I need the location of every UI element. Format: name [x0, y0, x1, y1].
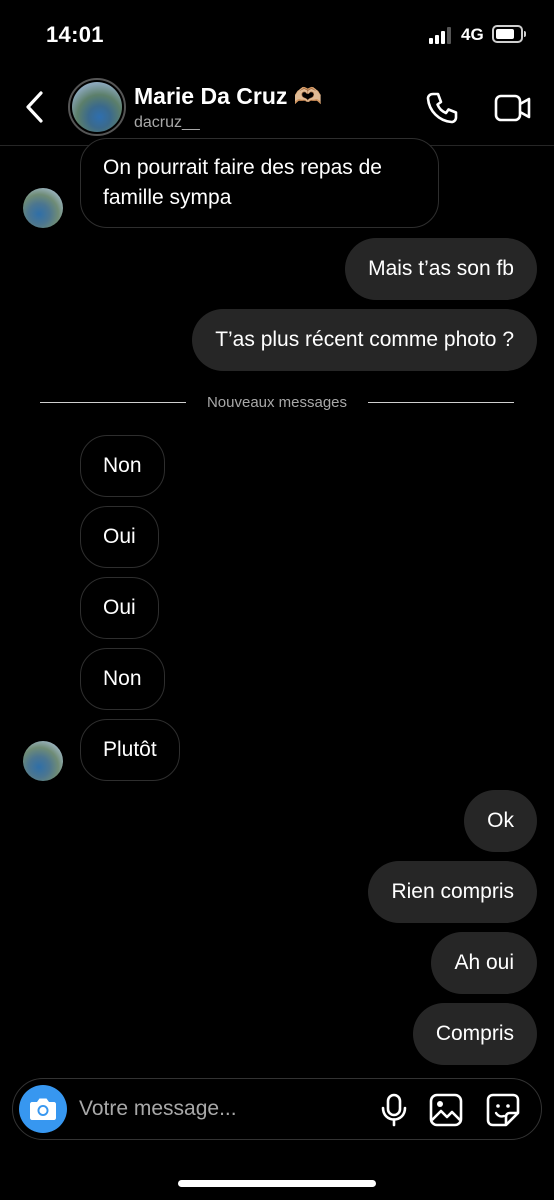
contact-name[interactable]: Marie Da Cruz 🫶🏼 [134, 83, 322, 110]
sticker-icon [486, 1093, 520, 1127]
message-bubble-incoming[interactable]: On pourrait faire des repas de famille s… [80, 138, 439, 228]
message-bubble-incoming[interactable]: Oui [80, 506, 159, 568]
sender-avatar[interactable] [23, 188, 63, 228]
message-bubble-outgoing[interactable]: Compris [412, 1003, 537, 1065]
message-bubble-outgoing[interactable]: Ok [464, 790, 537, 852]
home-indicator[interactable] [178, 1180, 376, 1187]
gallery-button[interactable] [429, 1093, 463, 1127]
camera-button[interactable] [19, 1085, 67, 1133]
status-bar: 14:01 4G [0, 0, 554, 70]
sticker-button[interactable] [485, 1093, 521, 1127]
battery-fill [496, 29, 514, 39]
new-messages-divider: Nouveaux messages [40, 392, 514, 412]
avatar-image [72, 82, 122, 132]
chat-header: Marie Da Cruz 🫶🏼 dacruz__ [0, 70, 554, 146]
network-label: 4G [461, 25, 484, 44]
camera-icon [30, 1098, 56, 1120]
message-bubble-outgoing[interactable]: Rien compris [368, 861, 537, 923]
microphone-icon [381, 1093, 407, 1127]
message-bubble-outgoing[interactable]: T’as plus récent comme photo ? [192, 309, 537, 371]
contact-avatar[interactable] [68, 78, 126, 136]
message-input[interactable] [79, 1089, 369, 1129]
battery-icon [492, 25, 526, 43]
signal-icon [429, 26, 455, 44]
video-call-button[interactable] [494, 92, 532, 124]
video-camera-icon [494, 94, 531, 122]
message-bubble-incoming[interactable]: Oui [80, 577, 159, 639]
divider-line [368, 402, 514, 403]
status-time: 14:01 [46, 22, 104, 47]
message-composer [12, 1078, 542, 1140]
message-bubble-incoming[interactable]: Plutôt [80, 719, 180, 781]
gallery-icon [429, 1093, 463, 1127]
sender-avatar[interactable] [23, 741, 63, 781]
chevron-left-icon [26, 91, 43, 123]
contact-username: dacruz__ [134, 114, 200, 131]
phone-icon [426, 92, 458, 124]
back-button[interactable] [22, 90, 48, 124]
message-bubble-incoming[interactable]: Non [80, 435, 165, 497]
voice-message-button[interactable] [379, 1093, 409, 1127]
message-bubble-incoming[interactable]: Non [80, 648, 165, 710]
message-bubble-outgoing[interactable]: Mais t’as son fb [345, 238, 537, 300]
message-bubble-outgoing[interactable]: Ah oui [431, 932, 537, 994]
audio-call-button[interactable] [424, 90, 460, 126]
